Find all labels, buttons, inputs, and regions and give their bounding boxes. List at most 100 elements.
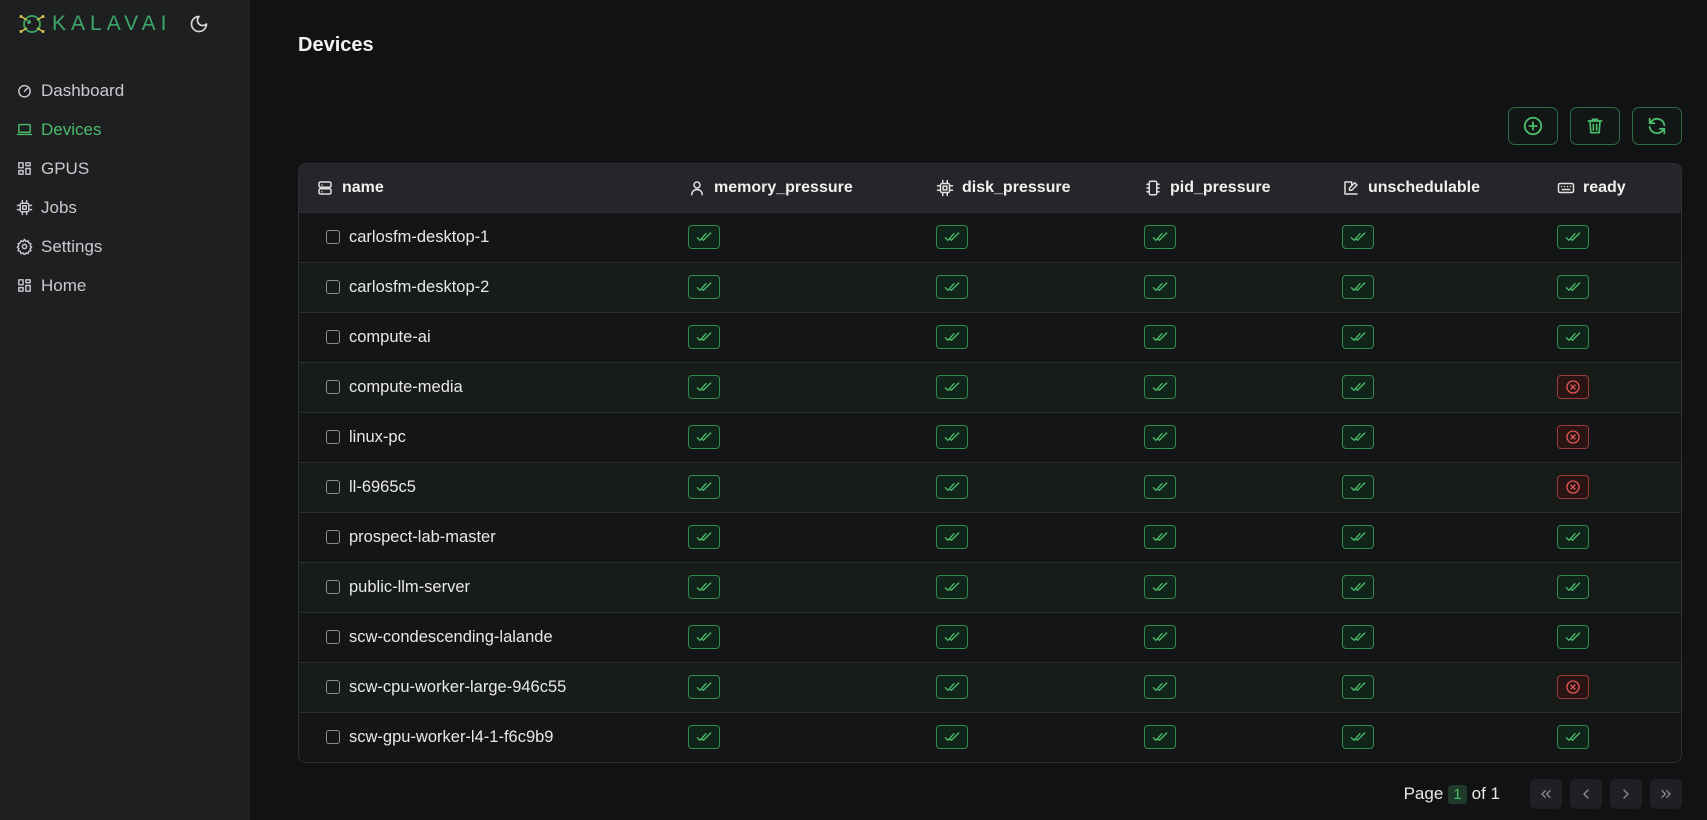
status-cell <box>936 362 1144 412</box>
last-page-button[interactable] <box>1650 779 1682 809</box>
status-ok-badge <box>1557 624 1589 649</box>
name-cell: carlosfm-desktop-1 <box>299 212 688 262</box>
row-checkbox[interactable] <box>326 480 340 494</box>
refresh-button[interactable] <box>1632 107 1682 145</box>
status-ok-badge <box>688 274 720 299</box>
previous-page-button[interactable] <box>1570 779 1602 809</box>
device-name: scw-gpu-worker-l4-1-f6c9b9 <box>349 727 554 746</box>
column-header-pid_pressure[interactable]: pid_pressure <box>1144 164 1342 212</box>
plus-circle-icon <box>1523 116 1543 136</box>
status-cell <box>936 512 1144 562</box>
column-header-ready[interactable]: ready <box>1557 164 1681 212</box>
trash-icon <box>1587 118 1603 134</box>
status-cell <box>688 662 936 712</box>
status-ok-badge <box>1342 324 1374 349</box>
kalavai-logo[interactable]: KALAVAI <box>18 11 171 37</box>
check-check-icon <box>1565 331 1581 341</box>
table-row[interactable]: carlosfm-desktop-1 <box>299 212 1681 262</box>
sidebar-item-settings[interactable]: Settings <box>16 227 236 266</box>
status-cell <box>1342 562 1557 612</box>
sidebar-item-dashboard[interactable]: Dashboard <box>16 71 236 110</box>
status-ok-badge <box>1144 224 1176 249</box>
status-ok-badge <box>1342 474 1374 499</box>
column-header-memory_pressure[interactable]: memory_pressure <box>688 164 936 212</box>
table-row[interactable]: ll-6965c5 <box>299 462 1681 512</box>
table-row[interactable]: scw-condescending-lalande <box>299 612 1681 662</box>
check-check-icon <box>1565 281 1581 291</box>
column-header-disk_pressure[interactable]: disk_pressure <box>936 164 1144 212</box>
status-cell <box>936 612 1144 662</box>
table-row[interactable]: compute-media <box>299 362 1681 412</box>
table-row[interactable]: scw-cpu-worker-large-946c55 <box>299 662 1681 712</box>
row-checkbox[interactable] <box>326 530 340 544</box>
logo-icon <box>19 15 45 33</box>
status-ok-badge <box>1342 424 1374 449</box>
status-cell <box>688 562 936 612</box>
ready-cell <box>1557 512 1681 562</box>
sidebar-item-gpus[interactable]: GPUS <box>16 149 236 188</box>
table-row[interactable]: public-llm-server <box>299 562 1681 612</box>
status-cell <box>936 262 1144 312</box>
delete-device-button[interactable] <box>1570 107 1620 145</box>
status-ok-badge <box>1144 324 1176 349</box>
status-ok-badge <box>936 374 968 399</box>
column-header-name[interactable]: name <box>299 164 688 212</box>
table-row[interactable]: carlosfm-desktop-2 <box>299 262 1681 312</box>
check-check-icon <box>1565 581 1581 591</box>
devices-table: name memory_pressure disk_pressure pid_pres… <box>298 163 1682 763</box>
device-name: carlosfm-desktop-1 <box>349 227 490 246</box>
status-cell <box>688 262 936 312</box>
row-checkbox[interactable] <box>326 380 340 394</box>
device-name: compute-media <box>349 377 463 396</box>
name-cell: linux-pc <box>299 412 688 462</box>
status-ok-badge <box>1342 674 1374 699</box>
theme-toggle-button[interactable] <box>187 12 211 36</box>
row-checkbox[interactable] <box>326 230 340 244</box>
row-checkbox[interactable] <box>326 430 340 444</box>
status-cell <box>1342 362 1557 412</box>
x-circle-icon <box>1566 479 1580 494</box>
status-ok-badge <box>1557 724 1589 749</box>
check-check-icon <box>696 631 712 641</box>
column-header-unschedulable[interactable]: unschedulable <box>1342 164 1557 212</box>
check-check-icon <box>944 481 960 491</box>
next-page-button[interactable] <box>1610 779 1642 809</box>
sidebar-item-jobs[interactable]: Jobs <box>16 188 236 227</box>
table-row[interactable]: compute-ai <box>299 312 1681 362</box>
refresh-icon <box>1648 117 1666 135</box>
status-ok-badge <box>1557 574 1589 599</box>
status-cell <box>936 212 1144 262</box>
status-cell <box>936 712 1144 762</box>
sidebar-item-home[interactable]: Home <box>16 266 236 305</box>
status-error-badge <box>1557 424 1589 449</box>
server-icon <box>318 181 332 195</box>
row-checkbox[interactable] <box>326 580 340 594</box>
table-row[interactable]: linux-pc <box>299 412 1681 462</box>
status-cell <box>1144 712 1342 762</box>
row-checkbox[interactable] <box>326 280 340 294</box>
row-checkbox[interactable] <box>326 330 340 344</box>
status-ok-badge <box>688 324 720 349</box>
status-ok-badge <box>1342 374 1374 399</box>
device-name: linux-pc <box>349 427 406 446</box>
table-row[interactable]: scw-gpu-worker-l4-1-f6c9b9 <box>299 712 1681 762</box>
status-ok-badge <box>936 524 968 549</box>
sidebar-item-label: Devices <box>41 119 102 139</box>
chevrons-left-icon <box>1541 790 1551 798</box>
status-ok-badge <box>688 574 720 599</box>
row-checkbox[interactable] <box>326 730 340 745</box>
first-page-button[interactable] <box>1530 779 1562 809</box>
keyboard-icon <box>1557 182 1575 193</box>
add-device-button[interactable] <box>1508 107 1558 145</box>
row-checkbox[interactable] <box>326 680 340 694</box>
device-name: compute-ai <box>349 327 431 346</box>
check-check-icon <box>696 481 712 491</box>
sidebar-item-devices[interactable]: Devices <box>16 110 236 149</box>
cpu-icon <box>16 199 33 216</box>
check-check-icon <box>696 681 712 691</box>
check-check-icon <box>944 531 960 541</box>
column-label: ready <box>1583 178 1626 196</box>
row-checkbox[interactable] <box>326 630 340 644</box>
status-cell <box>1144 262 1342 312</box>
table-row[interactable]: prospect-lab-master <box>299 512 1681 562</box>
